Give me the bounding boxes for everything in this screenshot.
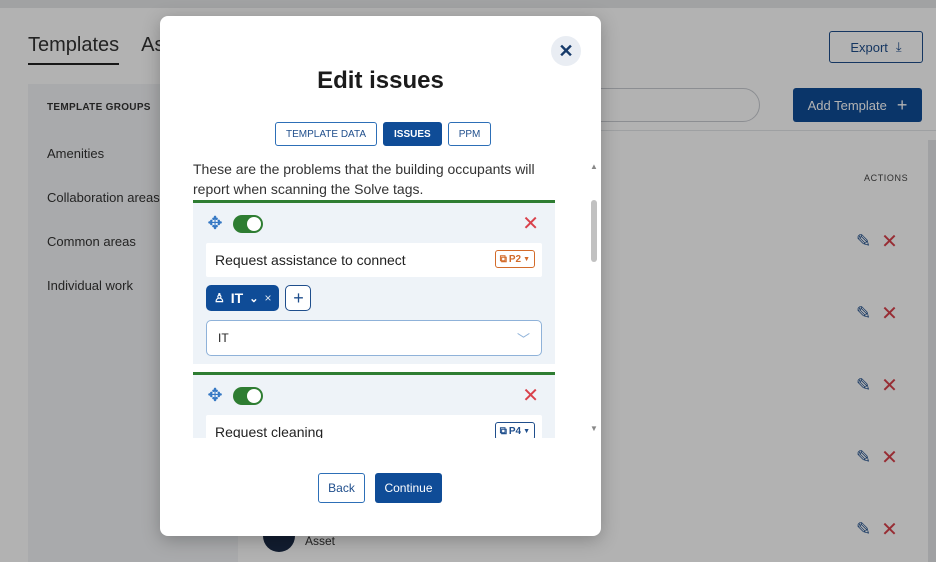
delete-icon[interactable]: ✕ <box>522 211 539 236</box>
tab-issues[interactable]: ISSUES <box>383 122 442 146</box>
issue-name-field[interactable]: Request assistance to connect ⧉ P2 ▼ <box>206 243 542 277</box>
chevron-down-icon: ﹀ <box>516 332 530 347</box>
issue-name: Request assistance to connect <box>215 252 406 268</box>
modal-title: Edit issues <box>317 67 444 94</box>
modal-tabs: TEMPLATE DATA ISSUES PPM <box>275 122 492 146</box>
priority-label: P4 <box>508 425 522 437</box>
priority-selector[interactable]: ⧉ P2 ▼ <box>494 250 535 268</box>
modal-scrollbar[interactable]: ▲ ▼ <box>590 162 598 440</box>
scroll-up-icon[interactable]: ▲ <box>590 162 598 171</box>
issue-card-toolbar: ✥ <box>205 213 263 234</box>
remove-chip-icon[interactable]: × <box>264 291 271 305</box>
priority-icon: ⧉ <box>499 253 507 265</box>
team-chip-label: IT <box>230 290 244 306</box>
team-select[interactable]: IT ﹀ <box>206 320 542 356</box>
team-chip[interactable]: ♙ IT ⌄ × <box>206 285 280 311</box>
close-button[interactable]: ✕ <box>551 36 581 66</box>
team-chips: ♙ IT ⌄ × + <box>206 285 312 311</box>
caret-down-icon: ▼ <box>523 427 530 435</box>
issue-card: ✥ ✕ Request cleaning ⧉ P4 ▼ <box>193 372 555 438</box>
issue-enabled-toggle[interactable] <box>233 386 263 405</box>
issue-card-toolbar: ✥ <box>205 385 263 406</box>
issue-enabled-toggle[interactable] <box>233 214 263 233</box>
back-button[interactable]: Back <box>318 473 365 503</box>
tab-ppm[interactable]: PPM <box>447 122 492 146</box>
add-team-button[interactable]: + <box>285 285 312 311</box>
caret-down-icon: ▼ <box>523 255 530 263</box>
edit-issues-modal: ✕ Edit issues TEMPLATE DATA ISSUES PPM T… <box>160 16 601 536</box>
priority-icon: ⧉ <box>499 425 507 437</box>
user-icon: ♙ <box>214 291 225 305</box>
plus-icon: + <box>293 287 304 308</box>
scroll-down-icon[interactable]: ▼ <box>590 424 598 433</box>
issues-list[interactable]: ✥ ✕ Request assistance to connect ⧉ P2 ▼… <box>193 200 556 438</box>
priority-label: P2 <box>508 253 522 265</box>
delete-icon[interactable]: ✕ <box>522 383 539 408</box>
continue-button[interactable]: Continue <box>375 473 442 503</box>
priority-selector[interactable]: ⧉ P4 ▼ <box>494 422 535 438</box>
close-icon: ✕ <box>558 40 574 61</box>
issue-name: Request cleaning <box>215 424 324 438</box>
move-icon[interactable]: ✥ <box>205 385 225 406</box>
move-icon[interactable]: ✥ <box>205 213 225 234</box>
team-select-value: IT <box>218 331 229 345</box>
issue-name-field[interactable]: Request cleaning ⧉ P4 ▼ <box>206 415 542 438</box>
chevron-down-icon[interactable]: ⌄ <box>249 292 258 305</box>
scroll-thumb[interactable] <box>591 200 597 262</box>
tab-template-data[interactable]: TEMPLATE DATA <box>275 122 378 146</box>
issues-description: These are the problems that the building… <box>193 161 535 197</box>
issue-card: ✥ ✕ Request assistance to connect ⧉ P2 ▼… <box>193 200 555 364</box>
